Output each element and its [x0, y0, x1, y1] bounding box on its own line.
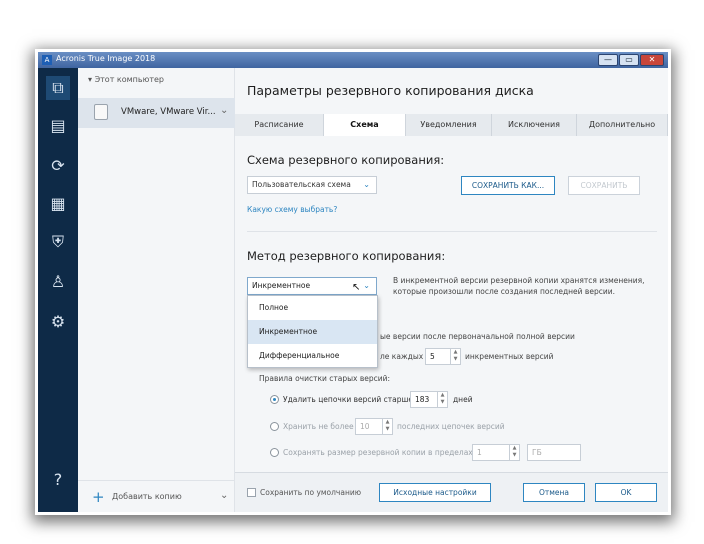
ok-button[interactable]: OK [595, 483, 657, 502]
scheme-heading: Схема резервного копирования: [247, 153, 445, 167]
title-bar: A Acronis True Image 2018 — ▭ ✕ [38, 52, 668, 68]
which-scheme-link[interactable]: Какую схему выбрать? [247, 205, 337, 214]
save-default-label: Сохранить по умолчанию [260, 488, 362, 497]
tab-bar: Расписание Схема Уведомления Исключения … [235, 114, 668, 136]
method-dropdown: Полное Инкрементное Дифференциальное [247, 295, 378, 368]
minimize-button[interactable]: — [598, 54, 618, 66]
option-differential[interactable]: Дифференциальное [248, 344, 377, 368]
page-title: Параметры резервного копирования диска [247, 83, 534, 98]
cleanup-heading: Правила очистки старых версий: [259, 374, 391, 383]
stepper-arrows-icon[interactable]: ▲ ▼ [450, 349, 460, 364]
cancel-button[interactable]: Отмена [523, 483, 585, 502]
sync-icon[interactable]: ⟳ [46, 154, 70, 178]
protection-icon[interactable]: ⛨ [46, 230, 70, 254]
chevron-down-icon[interactable]: ⌄ [220, 490, 228, 501]
sidebar-header[interactable]: ▾ Этот компьютер [88, 75, 164, 84]
footer-bar: Сохранить по умолчанию Исходные настройк… [235, 472, 668, 512]
option-full[interactable]: Полное [248, 296, 377, 320]
days-unit-label: дней [453, 395, 473, 404]
archive-icon[interactable]: ▤ [46, 114, 70, 138]
tab-advanced[interactable]: Дополнительно [577, 114, 668, 136]
save-button[interactable]: СОХРАНИТЬ [568, 176, 640, 195]
sidebar-item-label: VMware, VMware Vir... [121, 107, 216, 117]
add-backup-button[interactable]: + Добавить копию ⌄ [78, 480, 235, 512]
stepper-arrows-icon[interactable]: ▲ ▼ [382, 419, 392, 434]
every-prefix-text: ле каждых [380, 352, 424, 361]
method-heading: Метод резервного копирования: [247, 249, 446, 263]
add-backup-label: Добавить копию [112, 492, 182, 501]
chevron-down-icon[interactable]: ⌄ [220, 105, 228, 116]
radio-delete-older-label: Удалить цепочки версий старше [283, 395, 414, 404]
dashboard-icon[interactable]: ▦ [46, 192, 70, 216]
settings-panel: Параметры резервного копирования диска Р… [235, 68, 668, 512]
settings-icon[interactable]: ⚙ [46, 310, 70, 334]
acronis-logo-icon: A [42, 55, 52, 65]
radio-keep-latest-label: Хранить не более [283, 422, 354, 431]
sidebar: ▾ Этот компьютер VMware, VMware Vir... ⌄… [78, 68, 235, 512]
tab-exclusions[interactable]: Исключения [492, 114, 577, 136]
help-icon[interactable]: ? [46, 468, 70, 492]
every-count-stepper[interactable]: 5 ▲ ▼ [425, 348, 461, 365]
nav-rail: ⧉ ▤ ⟳ ▦ ⛨ ♙ ⚙ ? [38, 68, 78, 512]
days-stepper[interactable]: 183 ▲ ▼ [410, 391, 448, 408]
source-settings-button[interactable]: Исходные настройки [379, 483, 491, 502]
tab-notifications[interactable]: Уведомления [406, 114, 492, 136]
mouse-cursor-icon: ↖ [352, 282, 361, 293]
chevron-down-icon: ⌄ [363, 281, 370, 290]
scheme-select[interactable]: Пользовательская схема ⌄ [247, 176, 377, 194]
full-version-text: ые версии после первоначальной полной ве… [380, 332, 575, 341]
window-title: Acronis True Image 2018 [56, 54, 156, 63]
tab-schedule[interactable]: Расписание [235, 114, 324, 136]
tab-scheme[interactable]: Схема [324, 114, 406, 136]
radio-limit-size-label: Сохранять размер резервной копии в преде… [283, 448, 473, 457]
plus-icon: + [92, 488, 105, 506]
size-unit-select[interactable]: ГБ [527, 444, 581, 461]
save-as-button[interactable]: СОХРАНИТЬ КАК... [461, 176, 555, 195]
maximize-button[interactable]: ▭ [619, 54, 639, 66]
every-suffix-text: инкрементных версий [465, 352, 554, 361]
save-default-checkbox[interactable] [247, 488, 256, 497]
method-description: В инкрементной версии резервной копии хр… [393, 276, 645, 296]
account-icon[interactable]: ♙ [46, 270, 70, 294]
stepper-arrows-icon[interactable]: ▲ ▼ [509, 445, 519, 460]
sidebar-item-backup[interactable]: VMware, VMware Vir... ⌄ [78, 98, 235, 128]
option-incremental[interactable]: Инкрементное [248, 320, 377, 344]
radio-limit-size[interactable] [270, 448, 279, 457]
backup-icon[interactable]: ⧉ [46, 76, 70, 100]
chevron-down-icon: ⌄ [363, 180, 370, 189]
chains-unit-label: последних цепочек версий [397, 422, 505, 431]
radio-delete-older[interactable] [270, 395, 279, 404]
close-button[interactable]: ✕ [640, 54, 664, 66]
stepper-arrows-icon[interactable]: ▲ ▼ [437, 392, 447, 407]
size-stepper[interactable]: 1 ▲ ▼ [472, 444, 520, 461]
disk-icon [94, 104, 108, 120]
radio-keep-latest[interactable] [270, 422, 279, 431]
chains-stepper[interactable]: 10 ▲ ▼ [355, 418, 393, 435]
divider [247, 231, 657, 232]
app-window: A Acronis True Image 2018 — ▭ ✕ ⧉ ▤ ⟳ ▦ … [38, 52, 668, 512]
